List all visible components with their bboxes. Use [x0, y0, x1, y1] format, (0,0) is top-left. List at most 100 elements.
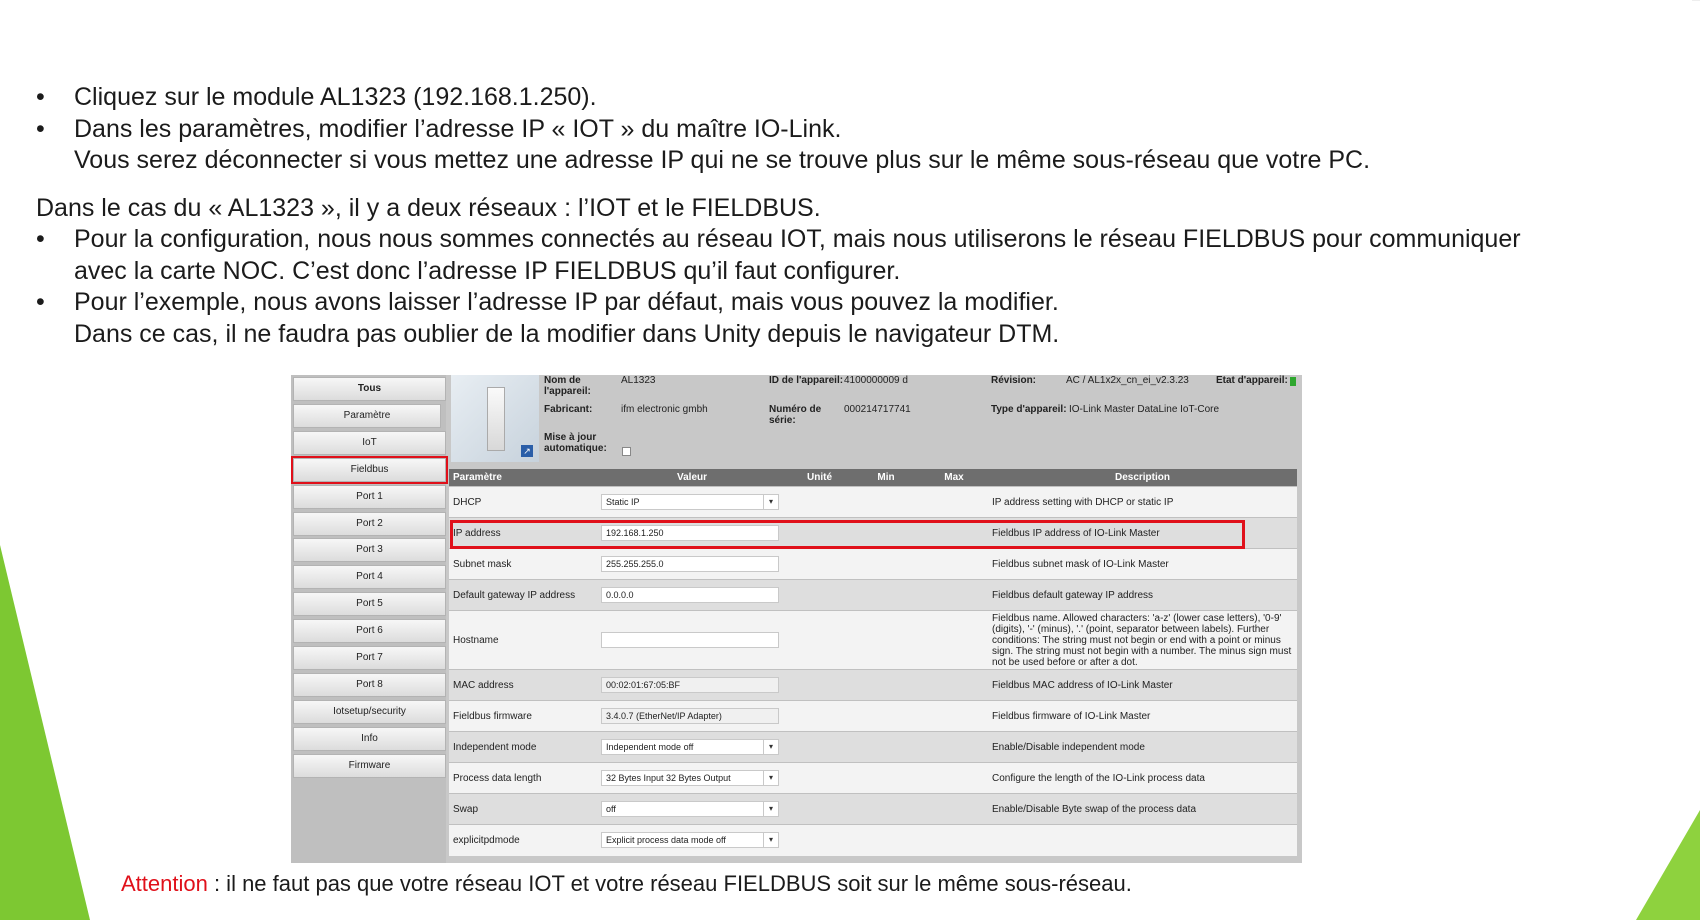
web-interface-screenshot: Tous Paramètre IoT Fieldbus Port 1 Port 2 Port… [291, 375, 1302, 863]
min-cell [852, 579, 920, 611]
min-cell [852, 793, 920, 825]
unit-cell [787, 793, 852, 825]
sidebar-item-port-4[interactable]: Port 4 [293, 565, 446, 590]
manufacturer-label: Fabricant: [544, 404, 593, 415]
max-cell [920, 793, 988, 825]
value-text: 0.0.0.0 [606, 590, 634, 600]
attention-label: Attention [121, 871, 208, 896]
sidebar-item-iotsetup-security[interactable]: Iotsetup/security [293, 699, 446, 724]
sidebar-menu: Tous Paramètre IoT Fieldbus Port 1 Port 2 Port… [291, 375, 448, 863]
device-name-label: Nom de l'appareil: [544, 375, 591, 397]
sidebar-item-firmware[interactable]: Firmware [293, 753, 446, 778]
external-link-icon[interactable]: ↗ [521, 445, 533, 457]
table-row: Fieldbus firmware 3.4.0.7 (EtherNet/IP Ad… [449, 700, 1297, 732]
chevron-down-icon[interactable]: ▾ [763, 802, 778, 816]
parameter-value-cell: 0.0.0.0 [597, 579, 787, 611]
bullet-item: Pour l’exemple, nous avons laisser l’adr… [36, 287, 1656, 319]
value-dropdown[interactable]: 32 Bytes Input 32 Bytes Output ▾ [601, 770, 779, 786]
sidebar-item-fieldbus[interactable]: Fieldbus [291, 455, 448, 484]
table-row: Subnet mask 255.255.255.0 Fieldbus subnet … [449, 548, 1297, 580]
sidebar-item-param-tre[interactable]: Paramètre [293, 403, 441, 428]
value-input[interactable] [601, 632, 779, 648]
device-id-label: ID de l'appareil: [769, 375, 844, 386]
chevron-down-icon[interactable]: ▾ [763, 740, 778, 754]
revision-value: AC / AL1x2x_cn_ei_v2.3.23 [1066, 375, 1189, 386]
table-row: Swap off ▾ Enable/Disable Byte swap of the … [449, 793, 1297, 825]
min-cell [852, 762, 920, 794]
ip-address-highlight-box [450, 520, 1245, 549]
value-readonly-field: 3.4.0.7 (EtherNet/IP Adapter) [601, 708, 779, 724]
sidebar-item-port-6[interactable]: Port 6 [293, 619, 446, 644]
chevron-down-icon[interactable]: ▾ [763, 495, 778, 509]
unit-cell [787, 579, 852, 611]
value-text: 32 Bytes Input 32 Bytes Output [606, 773, 731, 783]
column-header-5: Description [988, 469, 1297, 487]
chevron-down-icon[interactable]: ▾ [763, 833, 778, 848]
parameter-name: Process data length [449, 762, 597, 794]
bullet-item: Dans les paramètres, modifier l’adresse … [36, 114, 1656, 146]
bullet-item: Pour la configuration, nous nous sommes … [36, 224, 1656, 256]
sidebar-item-port-8[interactable]: Port 8 [293, 672, 446, 697]
value-dropdown[interactable]: off ▾ [601, 801, 779, 817]
attention-note: Attention : il ne faut pas que votre rés… [121, 871, 1132, 897]
value-text: Static IP [606, 497, 640, 507]
paragraph: Dans le cas du « AL1323 », il y a deux r… [36, 193, 821, 222]
parameter-description: Fieldbus default gateway IP address [988, 579, 1297, 611]
parameter-description: Fieldbus firmware of IO-Link Master [988, 700, 1297, 732]
device-state-indicator [1290, 377, 1296, 386]
manufacturer-value: ifm electronic gmbh [621, 404, 708, 415]
table-row: MAC address 00:02:01:67:05:BF Fieldbus MAC… [449, 669, 1297, 701]
parameter-value-cell: 255.255.255.0 [597, 548, 787, 580]
bullet-continuation: Vous serez déconnecter si vous mettez un… [74, 146, 1371, 174]
parameter-name: Default gateway IP address [449, 579, 597, 611]
unit-cell [787, 700, 852, 732]
device-state-label: Etat d'appareil: [1216, 375, 1288, 386]
unit-cell [787, 762, 852, 794]
parameter-name: Hostname [449, 610, 597, 670]
column-header-4: Max [920, 469, 988, 487]
unit-cell [787, 486, 852, 518]
value-dropdown[interactable]: Static IP ▾ [601, 494, 779, 510]
unit-cell [787, 731, 852, 763]
sidebar-item-port-5[interactable]: Port 5 [293, 592, 446, 617]
sidebar-item-port-3[interactable]: Port 3 [293, 538, 446, 563]
autoupdate-checkbox[interactable] [622, 447, 631, 456]
max-cell [920, 669, 988, 701]
parameter-name: MAC address [449, 669, 597, 701]
value-text: 00:02:01:67:05:BF [606, 680, 681, 690]
value-input[interactable]: 0.0.0.0 [601, 587, 779, 603]
sidebar-item-port-2[interactable]: Port 2 [293, 511, 446, 536]
max-cell [920, 700, 988, 732]
parameter-value-cell: 3.4.0.7 (EtherNet/IP Adapter) [597, 700, 787, 732]
attention-text: : il ne faut pas que votre réseau IOT et… [207, 871, 1132, 896]
table-header-row: Paramètre Valeur Unité Min Max Description [449, 469, 1297, 487]
value-dropdown[interactable]: Explicit process data mode off ▾ [601, 832, 779, 849]
sidebar-item-iot[interactable]: IoT [293, 430, 446, 455]
parameter-value-cell: Static IP ▾ [597, 486, 787, 518]
value-input[interactable]: 255.255.255.0 [601, 556, 779, 572]
table-row: explicitpdmode Explicit process data mode… [449, 824, 1297, 856]
value-dropdown[interactable]: Independent mode off ▾ [601, 739, 779, 755]
chevron-down-icon[interactable]: ▾ [763, 771, 778, 785]
parameter-description: Fieldbus name. Allowed characters: 'a-z'… [988, 610, 1297, 670]
value-text: 3.4.0.7 (EtherNet/IP Adapter) [606, 711, 722, 721]
max-cell [920, 579, 988, 611]
unit-cell [787, 824, 852, 856]
max-cell [920, 731, 988, 763]
min-cell [852, 700, 920, 732]
sidebar-item-port-7[interactable]: Port 7 [293, 646, 446, 670]
min-cell [852, 824, 920, 856]
max-cell [920, 548, 988, 580]
parameter-value-cell: off ▾ [597, 793, 787, 825]
parameter-value-cell: Explicit process data mode off ▾ [597, 824, 787, 856]
device-name-value: AL1323 [621, 375, 656, 386]
sidebar-item-tous[interactable]: Tous [293, 377, 446, 401]
parameter-name: Swap [449, 793, 597, 825]
sidebar-item-info[interactable]: Info [293, 726, 446, 751]
sidebar-item-port-1[interactable]: Port 1 [293, 484, 446, 509]
device-image: ↗ [451, 375, 539, 462]
parameter-description: Enable/Disable Byte swap of the process … [988, 793, 1297, 825]
autoupdate-label: Mise à jour automatique: [544, 432, 607, 454]
min-cell [852, 486, 920, 518]
parameter-value-cell [597, 610, 787, 670]
